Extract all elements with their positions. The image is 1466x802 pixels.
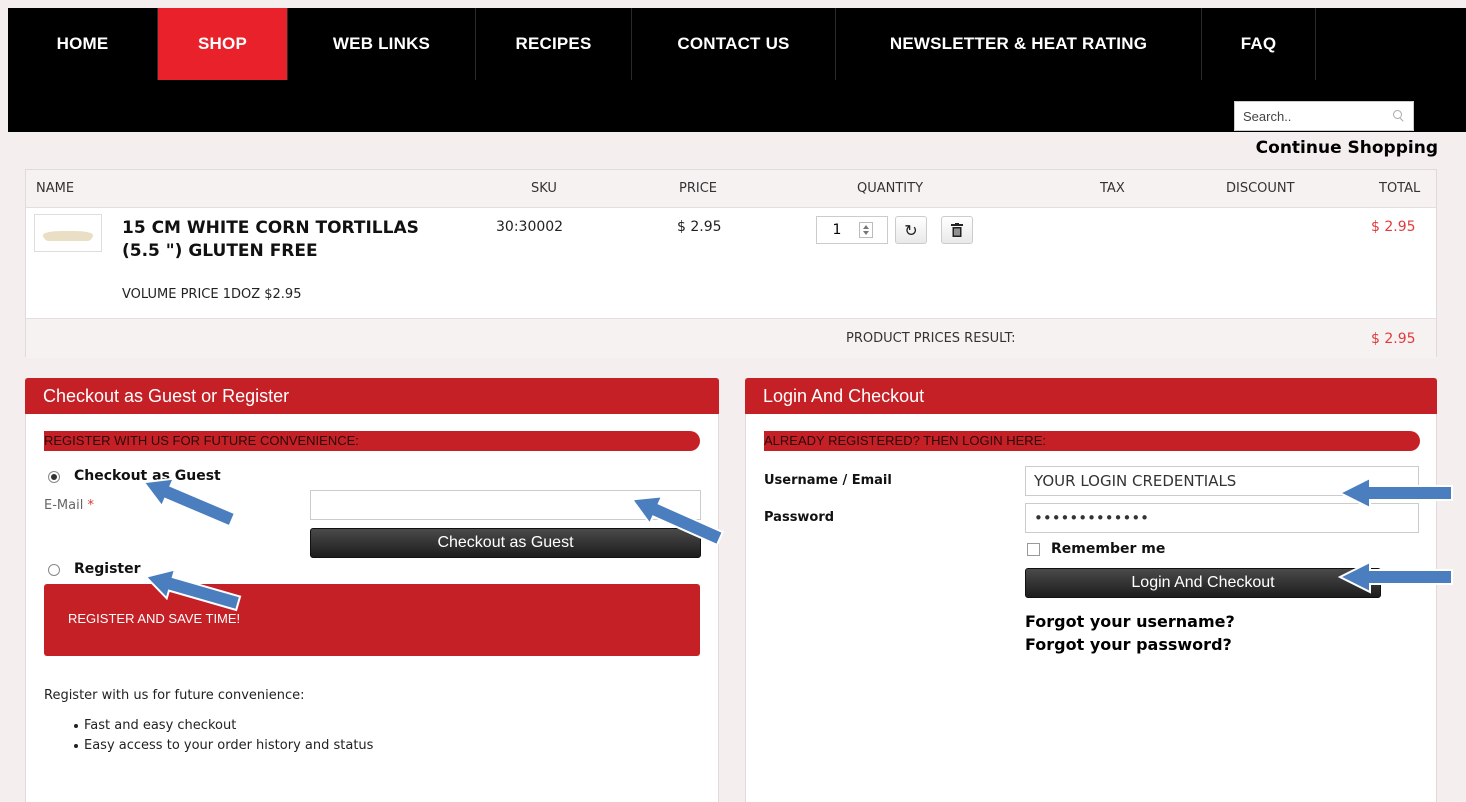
search-icon[interactable] <box>1393 110 1405 122</box>
checkout-as-guest-button[interactable]: Checkout as Guest <box>310 528 701 558</box>
nav-item-shop[interactable]: SHOP <box>158 8 288 80</box>
column-header-sku: SKU <box>531 181 557 196</box>
column-header-price: PRICE <box>679 181 717 196</box>
list-item: Fast and easy checkout <box>74 716 373 736</box>
nav-item-contact-us[interactable]: CONTACT US <box>632 8 836 80</box>
quantity-spin-icon[interactable] <box>859 222 873 238</box>
nav-item-faq[interactable]: FAQ <box>1202 8 1316 80</box>
product-prices-result-value: $ 2.95 <box>1371 331 1416 347</box>
register-intro-text: Register with us for future convenience: <box>44 688 305 703</box>
checkout-as-guest-radio[interactable] <box>48 471 60 483</box>
nav-item-home[interactable]: HOME <box>8 8 158 80</box>
guest-register-panel: Checkout as Guest or Register REGISTER W… <box>25 378 719 802</box>
nav-item-web-links[interactable]: WEB LINKS <box>288 8 476 80</box>
guest-panel-banner: REGISTER WITH US FOR FUTURE CONVENIENCE: <box>44 431 700 451</box>
register-label[interactable]: Register <box>74 561 141 577</box>
top-navigation-bar: HOME SHOP WEB LINKS RECIPES CONTACT US N… <box>8 8 1466 132</box>
search-input[interactable] <box>1243 108 1388 124</box>
email-label-text: E-Mail <box>44 498 84 513</box>
username-label: Username / Email <box>764 473 892 488</box>
required-mark: * <box>87 498 94 513</box>
column-header-tax: TAX <box>1100 181 1125 196</box>
product-name[interactable]: 15 CM WHITE CORN TORTILLAS (5.5 ") GLUTE… <box>122 217 432 263</box>
login-and-checkout-button[interactable]: Login And Checkout <box>1025 568 1381 598</box>
guest-panel-title: Checkout as Guest or Register <box>25 378 719 414</box>
search-box <box>1234 101 1414 131</box>
product-volume-price: VOLUME PRICE 1DOZ $2.95 <box>122 287 302 302</box>
remove-item-button[interactable] <box>941 216 973 244</box>
arrow-icon <box>1337 476 1453 510</box>
cart-table: NAME SKU PRICE QUANTITY TAX DISCOUNT TOT… <box>25 169 1437 358</box>
continue-shopping-link[interactable]: Continue Shopping <box>1256 138 1438 158</box>
column-header-discount: DISCOUNT <box>1226 181 1295 196</box>
quantity-input[interactable] <box>817 222 857 238</box>
register-save-time-block[interactable]: REGISTER AND SAVE TIME! <box>44 584 700 656</box>
product-thumbnail[interactable] <box>34 214 102 252</box>
login-panel-title: Login And Checkout <box>745 378 1437 414</box>
remember-me-label[interactable]: Remember me <box>1051 541 1165 557</box>
remember-me-checkbox[interactable] <box>1027 543 1040 556</box>
main-nav: HOME SHOP WEB LINKS RECIPES CONTACT US N… <box>8 8 1316 80</box>
forgot-password-link[interactable]: Forgot your password? <box>1025 635 1232 654</box>
login-panel: Login And Checkout ALREADY REGISTERED? T… <box>745 378 1437 802</box>
update-quantity-button[interactable]: ↻ <box>895 216 927 244</box>
product-total: $ 2.95 <box>1371 219 1416 235</box>
email-label: E-Mail * <box>44 498 94 513</box>
trash-icon <box>951 223 963 237</box>
list-item: Easy access to your order history and st… <box>74 736 373 756</box>
register-benefits-list: Fast and easy checkout Easy access to yo… <box>74 716 373 756</box>
refresh-icon: ↻ <box>904 220 918 240</box>
cart-summary-row: PRODUCT PRICES RESULT: $ 2.95 <box>26 318 1436 358</box>
product-prices-result-label: PRODUCT PRICES RESULT: <box>846 331 1016 346</box>
arrow-icon <box>1337 560 1453 594</box>
column-header-total: TOTAL <box>1379 181 1421 196</box>
cart-table-header: NAME SKU PRICE QUANTITY TAX DISCOUNT TOT… <box>26 170 1436 208</box>
login-panel-banner: ALREADY REGISTERED? THEN LOGIN HERE: <box>764 431 1420 451</box>
password-label: Password <box>764 510 835 525</box>
column-header-name: NAME <box>36 181 75 196</box>
product-price: $ 2.95 <box>677 219 722 235</box>
quantity-stepper <box>816 216 888 244</box>
register-radio[interactable] <box>48 564 60 576</box>
nav-item-newsletter[interactable]: NEWSLETTER & HEAT RATING <box>836 8 1202 80</box>
column-header-quantity: QUANTITY <box>857 181 924 196</box>
nav-item-recipes[interactable]: RECIPES <box>476 8 632 80</box>
product-sku: 30:30002 <box>496 219 564 235</box>
forgot-username-link[interactable]: Forgot your username? <box>1025 612 1235 631</box>
